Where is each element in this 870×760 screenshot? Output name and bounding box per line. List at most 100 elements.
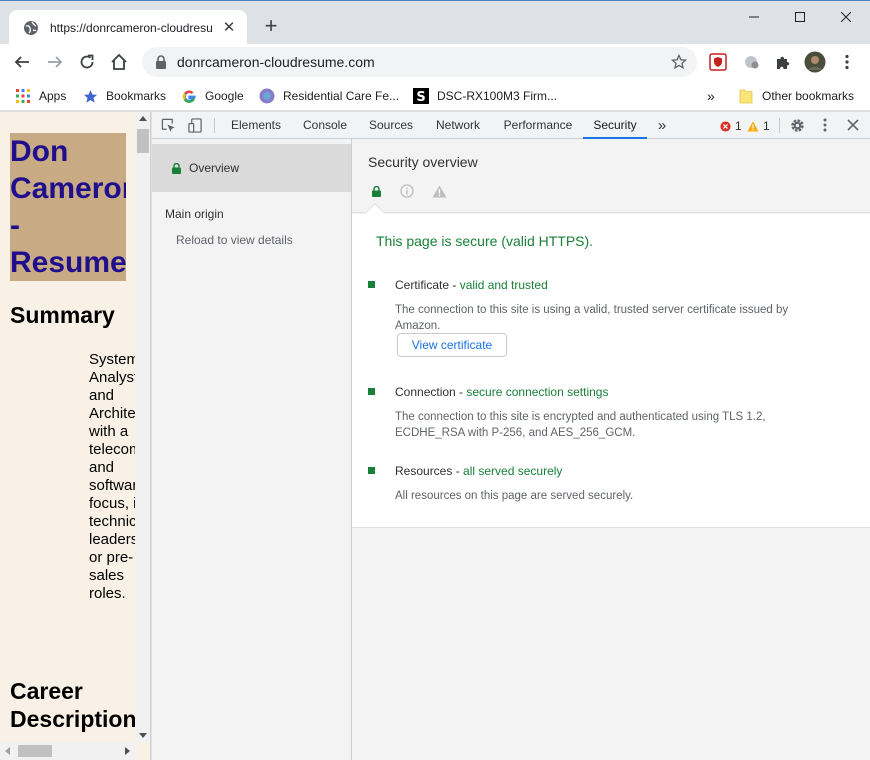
scroll-thumb[interactable] <box>137 129 149 153</box>
sidebar-reload-hint: Reload to view details <box>176 233 293 247</box>
error-icon <box>720 120 731 132</box>
tab-close-icon[interactable]: ✕ <box>221 19 237 36</box>
career-heading: Career Description <box>10 678 135 732</box>
warning-count: 1 <box>763 119 770 133</box>
minimize-button[interactable] <box>731 3 777 31</box>
security-details: This page is secure (valid HTTPS). Certi… <box>352 203 870 528</box>
extension-cloud-icon[interactable] <box>739 50 763 74</box>
profile-avatar[interactable] <box>803 50 827 74</box>
tab-console[interactable]: Console <box>295 112 355 139</box>
maximize-button[interactable] <box>777 3 823 31</box>
bookmark-residential[interactable]: Residential Care Fe... <box>259 85 399 107</box>
security-sidebar: Overview Main origin Reload to view deta… <box>152 139 352 760</box>
home-icon <box>111 53 127 70</box>
devtools-panel: Elements Console Sources Network Perform… <box>152 112 870 760</box>
settings-gear-icon[interactable] <box>789 117 805 133</box>
status-bullet <box>368 388 375 395</box>
url-text: donrcameron-cloudresume.com <box>177 54 375 70</box>
connection-label: Connection - <box>395 385 467 399</box>
bookmark-label: Bookmarks <box>106 89 167 103</box>
toolbar-divider <box>214 118 215 133</box>
back-arrow-icon <box>14 56 29 68</box>
tab-performance[interactable]: Performance <box>495 112 581 139</box>
scroll-thumb[interactable] <box>18 745 52 757</box>
devtools-toolbar: Elements Console Sources Network Perform… <box>152 112 870 139</box>
bookmark-star-icon[interactable] <box>671 54 687 70</box>
tab-title: https://donrcameron-cloudresu <box>50 20 213 35</box>
back-button[interactable] <box>9 49 35 75</box>
web-page-content: Don Cameron - Resume Summary Systems Ana… <box>0 112 135 742</box>
scroll-up-arrow-icon[interactable] <box>139 116 147 121</box>
info-icon <box>399 183 415 199</box>
certificate-description: The connection to this site is using a v… <box>395 304 789 332</box>
sidebar-item-overview[interactable]: Overview <box>152 144 351 192</box>
certificate-label: Certificate - <box>395 278 460 292</box>
address-bar[interactable]: donrcameron-cloudresume.com <box>142 47 697 77</box>
site-icon <box>259 88 275 104</box>
forward-arrow-icon <box>48 56 63 68</box>
bookmarks-bar: Apps Bookmarks Google Residential Care F… <box>0 80 870 111</box>
lock-icon[interactable] <box>155 55 167 69</box>
bookmark-bookmarks[interactable]: Bookmarks <box>82 85 166 107</box>
page-horizontal-scrollbar[interactable] <box>0 742 135 760</box>
toolbar-divider <box>779 118 780 133</box>
warning-count-badge[interactable]: 1 <box>747 118 770 134</box>
reload-icon <box>80 54 94 69</box>
bookmark-apps[interactable]: Apps <box>15 85 66 107</box>
bookmark-label: Google <box>205 89 244 103</box>
new-tab-button[interactable]: + <box>260 15 282 37</box>
window-close-button[interactable] <box>823 3 869 31</box>
certificate-status: valid and trusted <box>459 278 548 292</box>
svg-text:S: S <box>416 90 425 104</box>
inspect-element-icon[interactable] <box>160 117 176 133</box>
status-bullet <box>368 281 375 288</box>
bookmark-dsc[interactable]: S DSC-RX100M3 Firm... <box>413 85 557 107</box>
bookmark-google[interactable]: Google <box>181 85 244 107</box>
sidebar-main-origin: Main origin <box>165 207 224 221</box>
browser-toolbar: donrcameron-cloudresume.com <box>0 44 870 80</box>
summary-heading: Summary <box>10 302 115 328</box>
bookmarks-overflow-button[interactable]: » <box>707 85 715 107</box>
tab-network[interactable]: Network <box>428 112 488 139</box>
summary-text: Systems Analyst and Architect with a tel… <box>89 351 135 602</box>
bookmark-label: Residential Care Fe... <box>283 89 400 103</box>
resources-heading: Resources - all served securely <box>395 464 562 478</box>
extensions-puzzle-icon[interactable] <box>771 50 795 74</box>
security-overview-title: Security overview <box>368 154 478 170</box>
page-vertical-scrollbar[interactable] <box>135 112 150 742</box>
home-button[interactable] <box>106 49 132 75</box>
tab-security[interactable]: Security <box>583 112 647 139</box>
web-page-viewport[interactable]: Don Cameron - Resume Summary Systems Ana… <box>0 112 151 760</box>
tab-sources[interactable]: Sources <box>361 112 421 139</box>
resources-description: All resources on this page are served se… <box>395 490 634 502</box>
scroll-down-arrow-icon[interactable] <box>139 733 147 738</box>
resources-label: Resources - <box>395 464 464 478</box>
forward-button[interactable] <box>42 49 68 75</box>
close-devtools-icon[interactable] <box>845 117 861 133</box>
error-count-badge[interactable]: 1 <box>720 118 742 134</box>
scroll-right-arrow-icon[interactable] <box>125 747 130 755</box>
security-overview-header: Security overview <box>352 139 870 213</box>
reload-button[interactable] <box>74 49 100 75</box>
star-icon <box>82 88 98 104</box>
status-bullet <box>368 467 375 474</box>
error-count: 1 <box>735 119 742 133</box>
device-toolbar-icon[interactable] <box>187 117 203 133</box>
connection-description: The connection to this site is encrypted… <box>395 411 766 439</box>
secure-status-message: This page is secure (valid HTTPS). <box>376 233 594 249</box>
tab-elements[interactable]: Elements <box>224 112 288 139</box>
extension-shield-icon[interactable] <box>706 50 730 74</box>
more-tabs-button[interactable]: » <box>652 112 672 139</box>
sony-icon: S <box>413 88 429 104</box>
resume-title: Don Cameron - Resume <box>10 133 126 281</box>
browser-tab[interactable]: https://donrcameron-cloudresu ✕ <box>9 10 247 45</box>
bookmark-label: Apps <box>39 89 67 103</box>
apps-grid-icon <box>15 88 31 104</box>
bookmark-other[interactable]: Other bookmarks <box>738 85 854 107</box>
devtools-menu-icon[interactable] <box>817 117 833 133</box>
warning-triangle-icon <box>431 183 447 199</box>
view-certificate-button[interactable]: View certificate <box>397 333 507 357</box>
scroll-left-arrow-icon[interactable] <box>5 747 10 755</box>
warning-icon <box>747 121 759 131</box>
chrome-menu-icon[interactable] <box>835 50 859 74</box>
